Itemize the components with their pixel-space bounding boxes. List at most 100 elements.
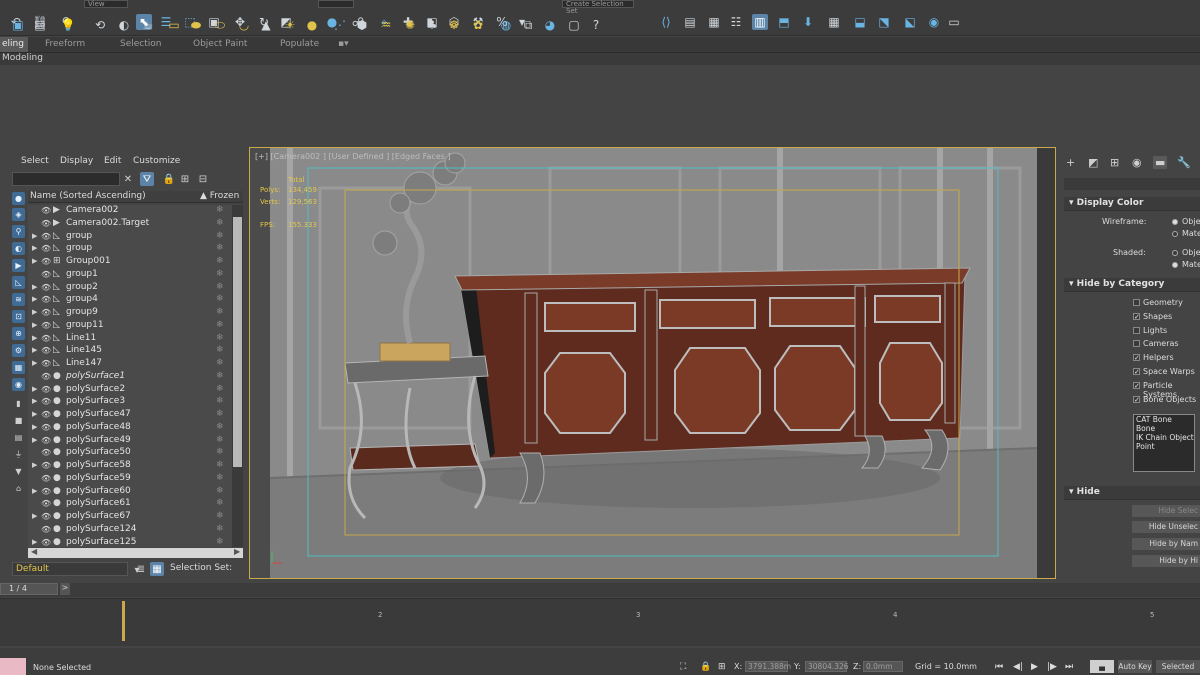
freeze-toggle-icon[interactable]: ❄ [216, 320, 224, 330]
list-item[interactable]: ▶ 👁 ◺ group ❄ [28, 243, 232, 256]
hide-by-hit-button[interactable]: Hide by Hi [1132, 555, 1200, 567]
visibility-eye-icon[interactable]: 👁 [41, 308, 51, 317]
expand-arrow-icon[interactable]: ▶ [32, 397, 37, 405]
freeze-toggle-icon[interactable]: ❄ [216, 537, 224, 547]
freeze-toggle-icon[interactable]: ❄ [216, 345, 224, 355]
curve-editor-icon[interactable]: ☷ [728, 14, 744, 30]
go-to-start-icon[interactable]: ⏮ [995, 662, 1003, 672]
flame-icon[interactable]: ✺ [402, 17, 418, 33]
visibility-eye-icon[interactable]: 👁 [41, 525, 51, 534]
clear-search-icon[interactable]: ✕ [121, 172, 135, 186]
render-cloud-icon[interactable]: ◉ [926, 14, 942, 30]
visibility-eye-icon[interactable]: 👁 [41, 346, 51, 355]
toggle-scene-explorer-icon[interactable]: ⟨⟩ [658, 14, 674, 30]
torus-primitive-icon[interactable]: ⬬ [188, 17, 204, 33]
list-item[interactable]: 👁 ● polySurface59 ❄ [28, 473, 232, 486]
column-name[interactable]: Name (Sorted Ascending) [30, 191, 146, 201]
list-item[interactable]: 👁 ● polySurface124 ❄ [28, 524, 232, 537]
list-item[interactable]: ▶ 👁 ◺ group2 ❄ [28, 282, 232, 295]
visibility-eye-icon[interactable]: 👁 [41, 257, 51, 266]
list-item[interactable]: ▶ 👁 ● polySurface58 ❄ [28, 460, 232, 473]
isolate-icon[interactable]: ⛶ [680, 662, 686, 672]
hierarchy-icon[interactable]: ⊞ [178, 172, 192, 186]
maxscript-listener[interactable] [0, 658, 26, 675]
play-icon[interactable]: ▶ [1031, 662, 1038, 672]
shaded-object-radio[interactable] [1172, 250, 1178, 256]
z-coordinate-field[interactable]: 0.0mm [863, 661, 903, 672]
expand-arrow-icon[interactable]: ▶ [32, 346, 37, 354]
hide-selected-button[interactable]: Hide Selec [1132, 505, 1200, 517]
visibility-eye-icon[interactable]: 👁 [41, 410, 51, 419]
frame-counter[interactable]: 1 / 4 [0, 583, 58, 595]
freeze-toggle-icon[interactable]: ❄ [216, 307, 224, 317]
foliage-icon[interactable]: ♣ [424, 17, 440, 33]
camera-viewport[interactable]: [+] [Camera002 ] [User Defined ] [Edged … [249, 147, 1056, 579]
rotate-view-icon[interactable]: ⟲ [92, 17, 108, 33]
list-item[interactable]: 👁 ● polySurface50 ❄ [28, 447, 232, 460]
expand-arrow-icon[interactable]: ▶ [32, 436, 37, 444]
category-list-item[interactable]: CAT Bone [1134, 415, 1194, 424]
render-sphere-icon[interactable]: ◕ [542, 17, 558, 33]
list-item[interactable]: ▶ 👁 ● polySurface3 ❄ [28, 396, 232, 409]
render-active-shade-icon[interactable]: ⬕ [902, 14, 918, 30]
extensions-icon[interactable]: ▢ [566, 17, 582, 33]
list-item[interactable]: ▶ 👁 ● polySurface47 ❄ [28, 409, 232, 422]
invert-selection-icon[interactable]: ⏚ [12, 448, 25, 461]
hair-icon[interactable]: ♒ [378, 17, 394, 33]
freeze-toggle-icon[interactable]: ❄ [216, 409, 224, 419]
explorer-horizontal-scrollbar[interactable]: ◀ ▶ [28, 547, 243, 558]
tab-object-paint[interactable]: Object Paint [193, 39, 247, 49]
selection-lock-icon[interactable]: 🔒 [700, 662, 711, 672]
lights-filter-icon[interactable]: ◐ [12, 242, 25, 255]
selection-set-dropdown[interactable]: Create Selection Set [562, 0, 634, 15]
list-item[interactable]: 👁 ◺ group1 ❄ [28, 269, 232, 282]
go-to-end-icon[interactable]: ⏭ [1065, 662, 1073, 672]
render-production-icon[interactable]: ⬓ [852, 14, 868, 30]
expand-arrow-icon[interactable]: ▶ [32, 257, 37, 265]
scrollbar-thumb[interactable] [233, 217, 242, 467]
help-icon[interactable]: ? [588, 17, 604, 33]
wireframe-object-radio[interactable] [1172, 219, 1178, 225]
expand-arrow-icon[interactable]: ▶ [32, 423, 37, 431]
column-frozen[interactable]: ▲ Frozen [200, 191, 239, 201]
render-setup-icon[interactable]: ⬇ [800, 14, 816, 30]
list-item[interactable]: ▶ 👁 ● polySurface49 ❄ [28, 435, 232, 448]
hide-by-name-button[interactable]: Hide by Nam [1132, 538, 1200, 550]
a360-gallery-icon[interactable]: ▭ [946, 14, 962, 30]
list-item[interactable]: ▶ 👁 ◺ Line11 ❄ [28, 333, 232, 346]
tab-modeling[interactable]: eling [0, 37, 28, 52]
explorer-search-input[interactable] [12, 172, 120, 186]
expand-arrow-icon[interactable]: ▶ [32, 308, 37, 316]
selection-set-icon[interactable]: ▦ [150, 562, 164, 576]
visibility-eye-icon[interactable]: 👁 [41, 474, 51, 483]
bowl-primitive-icon[interactable]: ◡ [236, 17, 252, 33]
freeze-toggle-icon[interactable]: ❄ [216, 498, 224, 508]
rendered-frame-icon[interactable]: ▦ [826, 14, 842, 30]
x-coordinate-field[interactable]: 3791.388m [745, 661, 791, 672]
freeze-toggle-icon[interactable]: ❄ [216, 486, 224, 496]
visibility-eye-icon[interactable]: 👁 [41, 270, 51, 279]
visibility-eye-icon[interactable]: 👁 [41, 283, 51, 292]
category-listbox[interactable]: CAT Bone Bone IK Chain Object Point [1133, 414, 1195, 472]
freeze-toggle-icon[interactable]: ❄ [216, 269, 224, 279]
expand-arrow-icon[interactable]: ▶ [32, 410, 37, 418]
rollout-display-color[interactable]: ▾ Display Color [1064, 197, 1200, 211]
ribbon-icon[interactable]: ▦ [706, 14, 722, 30]
category-checkbox[interactable] [1133, 340, 1140, 348]
unlink-icon[interactable]: ▤ [32, 17, 48, 33]
expand-arrow-icon[interactable]: ▶ [32, 232, 37, 240]
visibility-eye-icon[interactable]: 👁 [41, 499, 51, 508]
visibility-eye-icon[interactable]: 👁 [41, 244, 51, 253]
list-item[interactable]: ▶ 👁 ● polySurface125 ❄ [28, 537, 232, 548]
material-editor-icon[interactable]: ⬒ [776, 14, 792, 30]
modify-tab-icon[interactable]: ◩ [1088, 156, 1098, 169]
tab-selection[interactable]: Selection [120, 39, 161, 49]
category-checkbox[interactable]: ✓ [1133, 368, 1140, 376]
motion-tab-icon[interactable]: ◉ [1132, 156, 1142, 169]
layers-icon[interactable]: ≣ [134, 562, 148, 576]
time-slider[interactable]: 1 / 4 > [0, 583, 1200, 597]
list-item[interactable]: ▶ 👁 ● polySurface48 ❄ [28, 422, 232, 435]
briefcase-icon[interactable]: ⌂ [12, 482, 25, 495]
category-checkbox[interactable]: ✓ [1133, 354, 1140, 362]
space-warps-filter-icon[interactable]: ≋ [12, 293, 25, 306]
